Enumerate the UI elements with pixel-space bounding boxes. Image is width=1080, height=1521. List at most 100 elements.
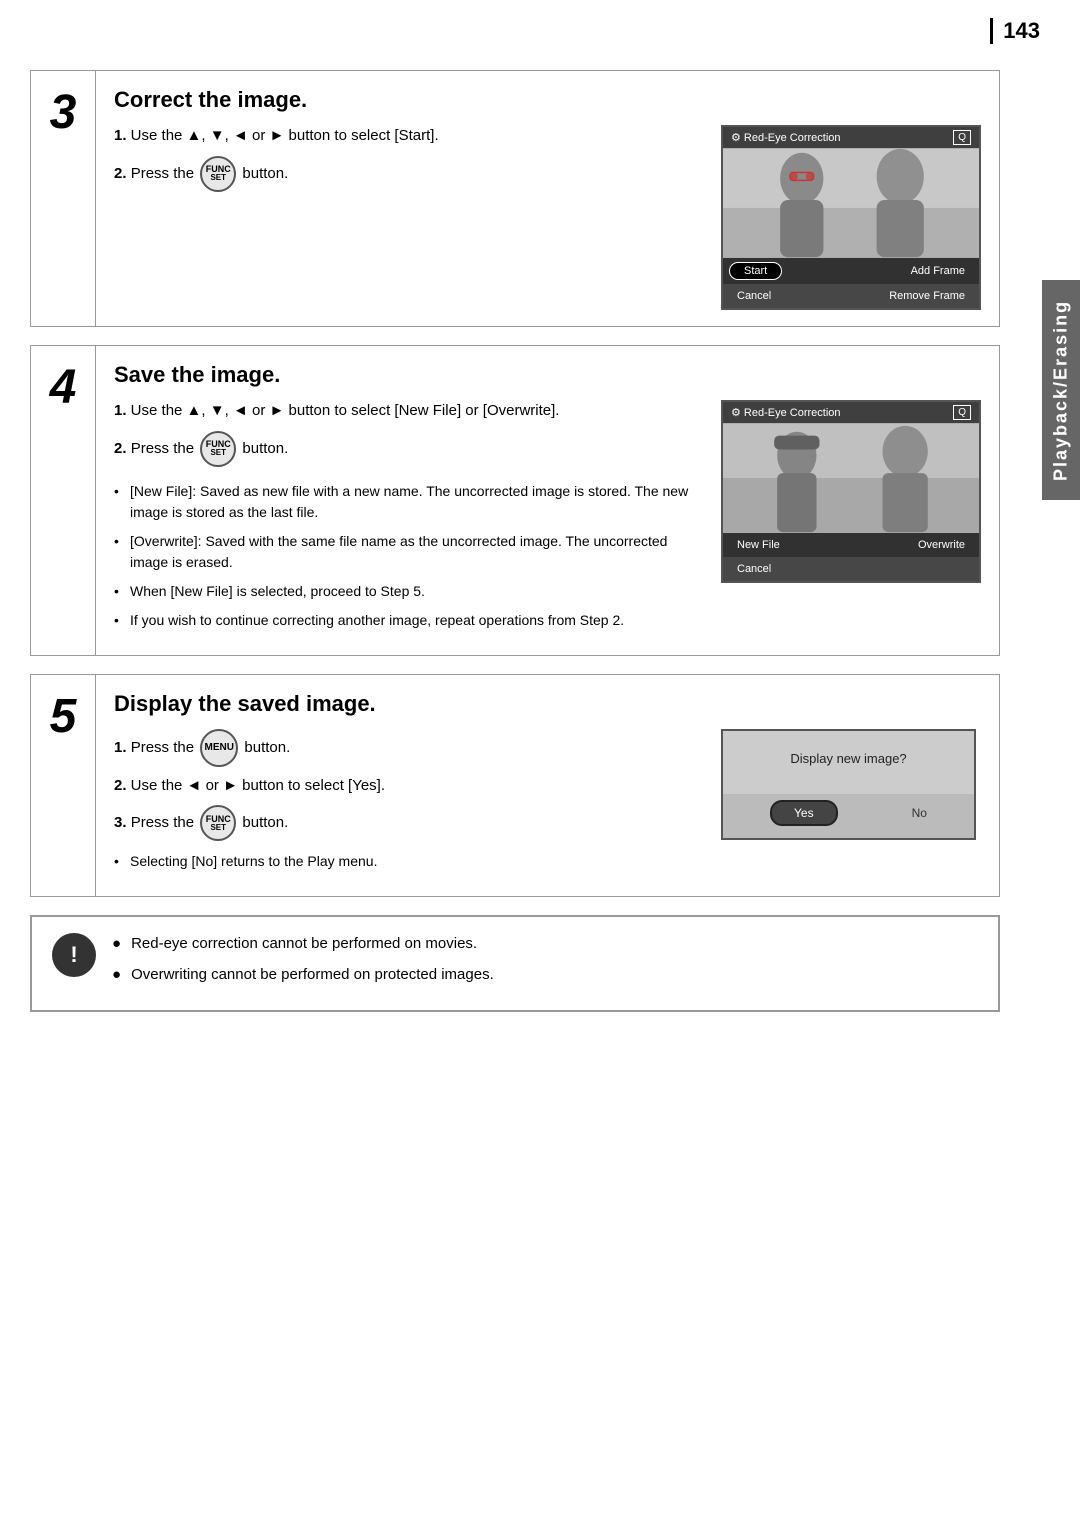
step-3-inst-2-prefix: 2. <box>114 164 127 181</box>
menu-item-remove-frame: Remove Frame <box>881 288 973 304</box>
page-container: 143 Playback/Erasing 3 Correct the image… <box>0 0 1080 1521</box>
arrow-up-icon-4: ▲ <box>187 402 202 419</box>
step-4-bullets: [New File]: Saved as new file with a new… <box>114 481 701 631</box>
step-3-row: 1. Use the ▲, ▼, ◄ or ► button to select… <box>114 125 981 310</box>
press-the-text-3: Press the <box>131 164 199 181</box>
sidebar-tab: Playback/Erasing <box>1042 280 1080 500</box>
step-4-number-col: 4 <box>31 346 96 655</box>
display-screen-5: Display new image? Yes No <box>721 729 976 840</box>
button-to-select-5: button to select [Yes]. <box>242 777 385 794</box>
step-4-instructions: 1. Use the ▲, ▼, ◄ or ► button to select… <box>114 400 701 639</box>
press-the-text-5a: Press the <box>131 738 199 755</box>
camera-screen-4-header: ⚙ Red-Eye Correction Q <box>723 402 979 423</box>
bullet-4-4: If you wish to continue correcting anoth… <box>114 610 701 631</box>
warning-box: ! Red-eye correction cannot be performed… <box>30 915 1000 1012</box>
step-4-body: Save the image. 1. Use the ▲, ▼, ◄ or ► … <box>96 346 999 655</box>
func-set-button-4: FUNC SET <box>200 431 236 467</box>
button-to-text-1: button to select [Start]. <box>289 127 439 144</box>
step-5-title: Display the saved image. <box>114 691 981 717</box>
step-5-image: Display new image? Yes No <box>721 729 981 840</box>
camera-screen-4-q: Q <box>953 405 971 420</box>
step-5-inst-1: 1. Press the MENU button. <box>114 729 701 767</box>
or-text-1: or <box>252 127 270 144</box>
step-4-inst-2-prefix: 2. <box>114 439 127 456</box>
arrow-right-icon-4: ► <box>270 402 285 419</box>
arrow-left-icon-4: ◄ <box>233 402 248 419</box>
arrow-right-icon-5: ► <box>223 777 238 794</box>
step-5-number: 5 <box>50 693 77 741</box>
menu-item-start: Start <box>729 262 782 280</box>
set-label-5: SET <box>210 824 226 832</box>
step-5-number-col: 5 <box>31 675 96 897</box>
step-5-inst-1-prefix: 1. <box>114 738 127 755</box>
warning-icon: ! <box>52 933 96 977</box>
arrow-up-icon: ▲ <box>187 127 202 144</box>
or-text-5: or <box>206 777 224 794</box>
page-number: 143 <box>990 18 1040 44</box>
camera-menu-bar-4b: Cancel <box>723 557 979 581</box>
arrow-down-icon: ▼ <box>210 127 225 144</box>
arrow-down-icon-4: ▼ <box>210 402 225 419</box>
step-3-title: Correct the image. <box>114 87 981 113</box>
menu-item-cancel-4: Cancel <box>729 561 779 577</box>
step-3-section: 3 Correct the image. 1. Use the ▲, ▼, ◄ … <box>30 70 1000 327</box>
photo-svg-4 <box>723 423 979 533</box>
step-5-section: 5 Display the saved image. 1. Press the … <box>30 674 1000 898</box>
or-text-4a: or <box>252 402 270 419</box>
camera-photo-area-3 <box>723 148 979 258</box>
step-4-image: ⚙ Red-Eye Correction Q <box>721 400 981 583</box>
step-5-inst-3-prefix: 3. <box>114 814 127 831</box>
main-content: 3 Correct the image. 1. Use the ▲, ▼, ◄ … <box>30 70 1000 1012</box>
camera-screen-4: ⚙ Red-Eye Correction Q <box>721 400 981 583</box>
menu-button-5: MENU <box>200 729 238 767</box>
arrow-left-icon: ◄ <box>233 127 248 144</box>
warning-line-2: Overwriting cannot be performed on prote… <box>112 964 978 987</box>
bullet-5-1: Selecting [No] returns to the Play menu. <box>114 851 701 872</box>
step-4-number: 4 <box>50 364 77 412</box>
button-text-5b: button. <box>242 814 288 831</box>
press-the-text-4: Press the <box>131 439 199 456</box>
step-4-title: Save the image. <box>114 362 981 388</box>
bullet-4-1: [New File]: Saved as new file with a new… <box>114 481 701 523</box>
camera-screen-4-title: ⚙ Red-Eye Correction <box>731 406 841 419</box>
display-screen-5-inner: Display new image? <box>723 731 974 794</box>
step-5-body: Display the saved image. 1. Press the ME… <box>96 675 999 897</box>
step-3-number-col: 3 <box>31 71 96 326</box>
button-text-3: button. <box>242 164 288 181</box>
camera-screen-3-title: ⚙ Red-Eye Correction <box>731 131 841 144</box>
camera-screen-3-q: Q <box>953 130 971 145</box>
camera-screen-3: ⚙ Red-Eye Correction Q <box>721 125 981 310</box>
camera-screen-3-header: ⚙ Red-Eye Correction Q <box>723 127 979 148</box>
step-5-inst-2: 2. Use the ◄ or ► button to select [Yes]… <box>114 775 701 798</box>
warning-line-1: Red-eye correction cannot be performed o… <box>112 933 978 956</box>
step-3-inst-1: 1. Use the ▲, ▼, ◄ or ► button to select… <box>114 125 701 148</box>
step-5-instructions: 1. Press the MENU button. 2. Use the ◄ o… <box>114 729 701 881</box>
step-3-instructions: 1. Use the ▲, ▼, ◄ or ► button to select… <box>114 125 701 200</box>
step-5-inst-3: 3. Press the FUNC SET button. <box>114 805 701 841</box>
step-5-row: 1. Press the MENU button. 2. Use the ◄ o… <box>114 729 981 881</box>
press-the-text-5b: Press the <box>131 814 199 831</box>
no-button-display: No <box>912 806 927 820</box>
step-3-inst-1-prefix: 1. <box>114 127 127 144</box>
menu-item-cancel-3: Cancel <box>729 288 779 304</box>
step-3-image: ⚙ Red-Eye Correction Q <box>721 125 981 310</box>
warning-text: Red-eye correction cannot be performed o… <box>112 933 978 994</box>
set-label-3: SET <box>210 174 226 182</box>
button-text-4: button. <box>242 439 288 456</box>
step-4-inst-2: 2. Press the FUNC SET button. <box>114 431 701 467</box>
step-5-bullets: Selecting [No] returns to the Play menu. <box>114 851 701 872</box>
bullet-4-2: [Overwrite]: Saved with the same file na… <box>114 531 701 573</box>
camera-menu-bar-3b: Cancel Remove Frame <box>723 284 979 308</box>
step-4-inst-1: 1. Use the ▲, ▼, ◄ or ► button to select… <box>114 400 701 423</box>
display-screen-5-buttons: Yes No <box>723 794 974 838</box>
menu-item-new-file: New File <box>729 537 788 553</box>
arrow-left-icon-5: ◄ <box>187 777 202 794</box>
arrow-right-icon: ► <box>270 127 285 144</box>
step-4-row: 1. Use the ▲, ▼, ◄ or ► button to select… <box>114 400 981 639</box>
menu-item-overwrite: Overwrite <box>910 537 973 553</box>
func-set-button-3: FUNC SET <box>200 156 236 192</box>
photo-svg-3 <box>723 148 979 258</box>
step-3-inst-2: 2. Press the FUNC SET button. <box>114 156 701 192</box>
display-screen-5-text: Display new image? <box>739 751 958 766</box>
bullet-4-3: When [New File] is selected, proceed to … <box>114 581 701 602</box>
